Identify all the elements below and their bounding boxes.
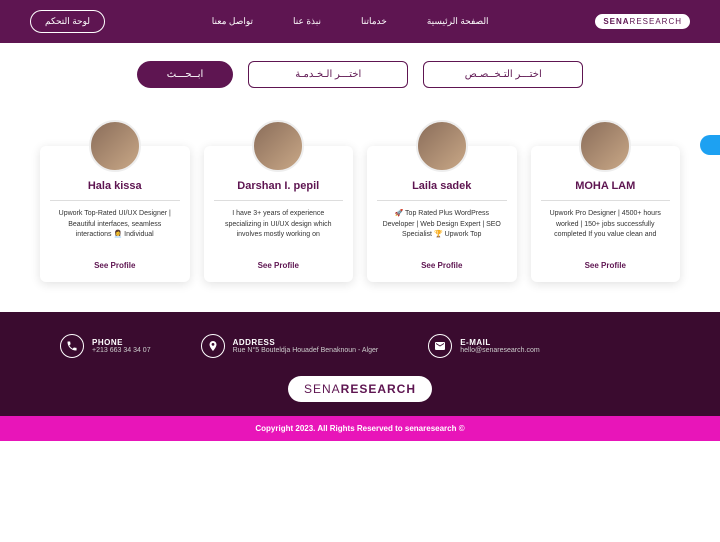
- profile-name: Darshan I. pepil: [214, 180, 344, 192]
- main-header: SENARESEARCH الصفحة الرئيسية خدماتنا نبذ…: [0, 0, 720, 43]
- search-bar: اختـــر التـخــصـص اختـــر الـخـدمـة ابـ…: [0, 43, 720, 106]
- contact-email: E-MAIL hello@senaresearch.com: [428, 334, 539, 358]
- nav-services[interactable]: خدماتنا: [361, 16, 387, 27]
- main-nav: الصفحة الرئيسية خدماتنا نبذة عنا تواصل م…: [212, 16, 489, 27]
- phone-value[interactable]: +213 663 34 34 07: [92, 347, 151, 354]
- divider: [377, 200, 507, 201]
- profile-desc: Upwork Top-Rated UI/UX Designer | Beauti…: [50, 209, 180, 251]
- search-button[interactable]: ابــحـــث: [137, 61, 233, 88]
- profile-name: MOHA LAM: [541, 180, 671, 192]
- address-value: Rue N°5 Bouteldja Houadef Benaknoun - Al…: [233, 347, 379, 354]
- divider: [541, 200, 671, 201]
- dashboard-button[interactable]: لوحة التحكم: [30, 10, 105, 33]
- profile-cards: Hala kissa Upwork Top-Rated UI/UX Design…: [0, 106, 720, 312]
- contact-row: PHONE +213 663 34 34 07 ADDRESS Rue N°5 …: [60, 334, 660, 358]
- brand-logo[interactable]: SENARESEARCH: [595, 14, 690, 29]
- nav-home[interactable]: الصفحة الرئيسية: [427, 16, 489, 27]
- profile-name: Hala kissa: [50, 180, 180, 192]
- service-select[interactable]: اختـــر الـخـدمـة: [248, 61, 408, 88]
- see-profile-link[interactable]: See Profile: [541, 261, 671, 270]
- phone-icon: [60, 334, 84, 358]
- footer-logo: SENARESEARCH: [60, 376, 660, 402]
- footer: PHONE +213 663 34 34 07 ADDRESS Rue N°5 …: [0, 312, 720, 416]
- divider: [214, 200, 344, 201]
- phone-label: PHONE: [92, 338, 151, 347]
- profile-desc: 🚀 Top Rated Plus WordPress Developer | W…: [377, 209, 507, 251]
- floating-badge[interactable]: [700, 135, 720, 155]
- profile-desc: I have 3+ years of experience specializi…: [214, 209, 344, 251]
- contact-address: ADDRESS Rue N°5 Bouteldja Houadef Benakn…: [201, 334, 379, 358]
- profile-card: MOHA LAM Upwork Pro Designer | 4500+ hou…: [531, 146, 681, 282]
- address-label: ADDRESS: [233, 338, 379, 347]
- see-profile-link[interactable]: See Profile: [377, 261, 507, 270]
- see-profile-link[interactable]: See Profile: [50, 261, 180, 270]
- avatar: [416, 120, 468, 172]
- avatar: [89, 120, 141, 172]
- map-icon: [201, 334, 225, 358]
- profile-desc: Upwork Pro Designer | 4500+ hours worked…: [541, 209, 671, 251]
- profile-card: Hala kissa Upwork Top-Rated UI/UX Design…: [40, 146, 190, 282]
- avatar: [252, 120, 304, 172]
- copyright: © Copyright 2023. All Rights Reserved to…: [0, 416, 720, 441]
- profile-card: Darshan I. pepil I have 3+ years of expe…: [204, 146, 354, 282]
- contact-phone: PHONE +213 663 34 34 07: [60, 334, 151, 358]
- profile-card: Laila sadek 🚀 Top Rated Plus WordPress D…: [367, 146, 517, 282]
- email-icon: [428, 334, 452, 358]
- email-value[interactable]: hello@senaresearch.com: [460, 347, 539, 354]
- specialty-select[interactable]: اختـــر التـخــصـص: [423, 61, 583, 88]
- nav-about[interactable]: نبذة عنا: [293, 16, 321, 27]
- avatar: [579, 120, 631, 172]
- profile-name: Laila sadek: [377, 180, 507, 192]
- see-profile-link[interactable]: See Profile: [214, 261, 344, 270]
- email-label: E-MAIL: [460, 338, 539, 347]
- divider: [50, 200, 180, 201]
- nav-contact[interactable]: تواصل معنا: [212, 16, 253, 27]
